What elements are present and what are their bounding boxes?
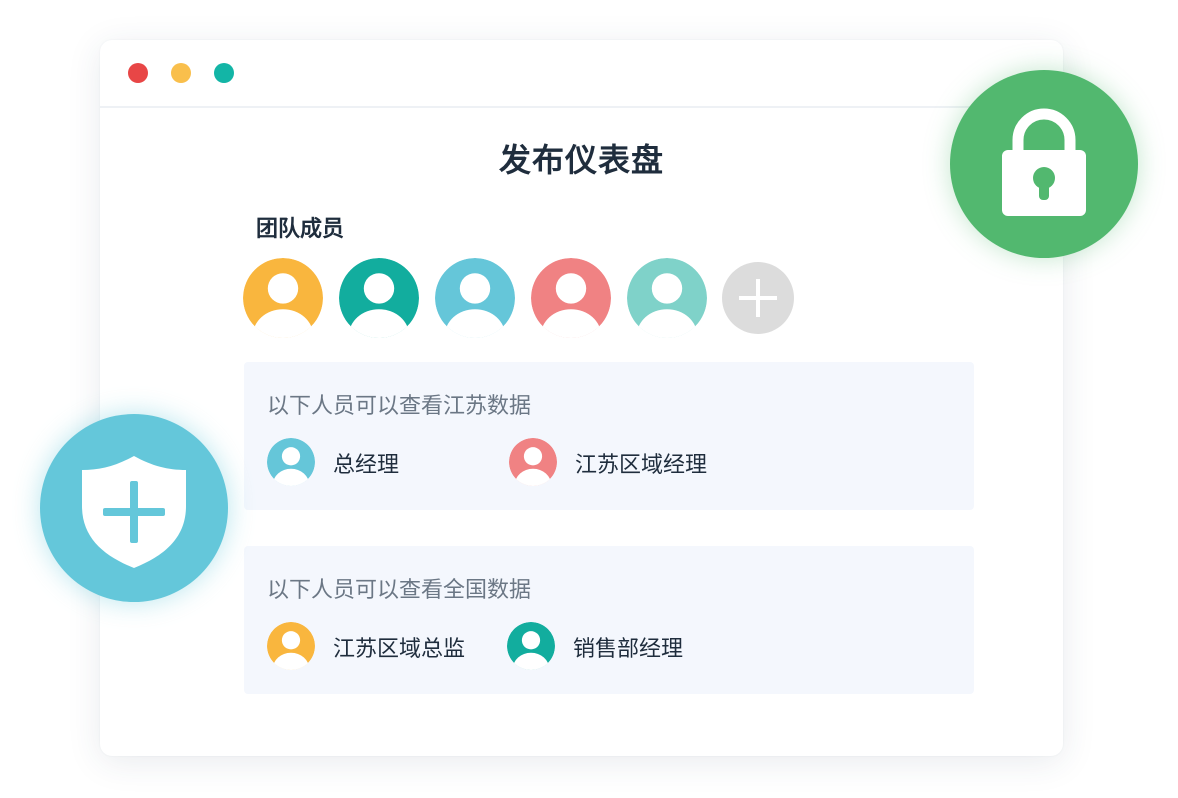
team-members-label: 团队成员 (256, 217, 345, 242)
lock-badge (950, 70, 1138, 258)
user-avatar-icon (509, 438, 557, 486)
window-titlebar (100, 40, 1063, 108)
team-member-avatar[interactable] (627, 258, 707, 338)
team-member-avatar[interactable] (531, 258, 611, 338)
user-avatar-icon (267, 622, 315, 670)
plus-icon (739, 279, 777, 317)
team-member-avatar[interactable] (435, 258, 515, 338)
permission-panel-jiangsu: 以下人员可以查看江苏数据 总经理 江苏区域经理 (244, 362, 974, 510)
person-role-name: 江苏区域经理 (575, 453, 708, 478)
team-member-avatar[interactable] (243, 258, 323, 338)
permission-panel-title: 以下人员可以查看江苏数据 (267, 394, 532, 419)
user-avatar-icon (339, 258, 419, 338)
lock-icon (1002, 108, 1086, 216)
permission-panel-national: 以下人员可以查看全国数据 江苏区域总监 销售部经理 (244, 546, 974, 694)
add-member-button[interactable] (722, 262, 794, 334)
user-avatar-icon (627, 258, 707, 338)
team-member-avatar[interactable] (339, 258, 419, 338)
permission-panel-title: 以下人员可以查看全国数据 (267, 578, 532, 603)
user-avatar-icon (435, 258, 515, 338)
minimize-window-button[interactable] (171, 63, 191, 83)
user-avatar-icon (267, 438, 315, 486)
shield-plus-icon (82, 456, 186, 568)
user-avatar-icon (507, 622, 555, 670)
person-role-name: 江苏区域总监 (333, 637, 466, 662)
page-title: 发布仪表盘 (498, 141, 664, 179)
person-role-name: 总经理 (333, 453, 400, 478)
person-role-name: 销售部经理 (573, 637, 684, 662)
user-avatar-icon (243, 258, 323, 338)
maximize-window-button[interactable] (214, 63, 234, 83)
close-window-button[interactable] (128, 63, 148, 83)
user-avatar-icon (531, 258, 611, 338)
shield-badge (40, 414, 228, 602)
dialog-window: 发布仪表盘 团队成员 以下人员可以查看江苏数据 总经理 江苏区域经理 以下人员可… (100, 40, 1063, 756)
